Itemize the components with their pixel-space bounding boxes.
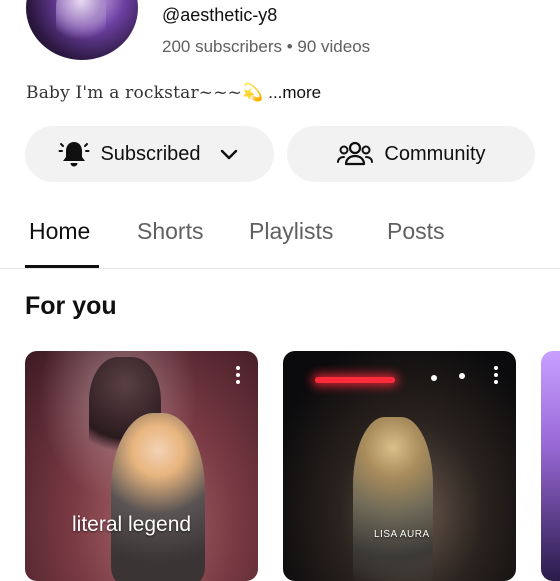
community-label: Community (384, 142, 486, 165)
short-card-2[interactable] (283, 351, 516, 581)
channel-handle: @aesthetic-y8 (162, 5, 278, 25)
tab-home[interactable]: Home (29, 218, 90, 245)
tab-playlists[interactable]: Playlists (249, 218, 333, 245)
more-vert-icon[interactable] (494, 366, 498, 387)
subscribed-label: Subscribed (100, 142, 201, 165)
stage-light-dot (431, 375, 437, 381)
card-2-overlay-text: LISA AURA (374, 529, 430, 540)
stage-light (315, 377, 395, 383)
short-card-3[interactable] (541, 351, 560, 581)
bio-more-link[interactable]: ...more (268, 83, 321, 102)
card-1-overlay-text: literal legend (72, 513, 192, 536)
stage-light-dot (459, 373, 465, 379)
bell-icon (58, 138, 90, 170)
community-button[interactable]: Community (287, 126, 535, 182)
more-vert-icon[interactable] (236, 366, 240, 387)
tab-posts[interactable]: Posts (387, 218, 445, 245)
thumbnail-figure (353, 417, 433, 581)
channel-tabs: Home Shorts Playlists Posts (0, 214, 560, 270)
subscribed-button[interactable]: Subscribed (25, 126, 274, 182)
channel-bio[interactable]: Baby I'm a rockstar~~~💫 ...more (26, 83, 321, 103)
chevron-down-icon (217, 142, 241, 166)
section-title: For you (25, 292, 117, 320)
tabs-divider (0, 268, 560, 269)
short-card-1[interactable] (25, 351, 258, 581)
channel-stats: 200 subscribers • 90 videos (162, 37, 371, 56)
channel-avatar[interactable] (26, 0, 138, 60)
bio-text: Baby I'm a rockstar~~~💫 (26, 83, 264, 103)
community-icon (336, 138, 374, 170)
thumbnail-figure (111, 413, 205, 581)
tab-shorts[interactable]: Shorts (137, 218, 203, 245)
